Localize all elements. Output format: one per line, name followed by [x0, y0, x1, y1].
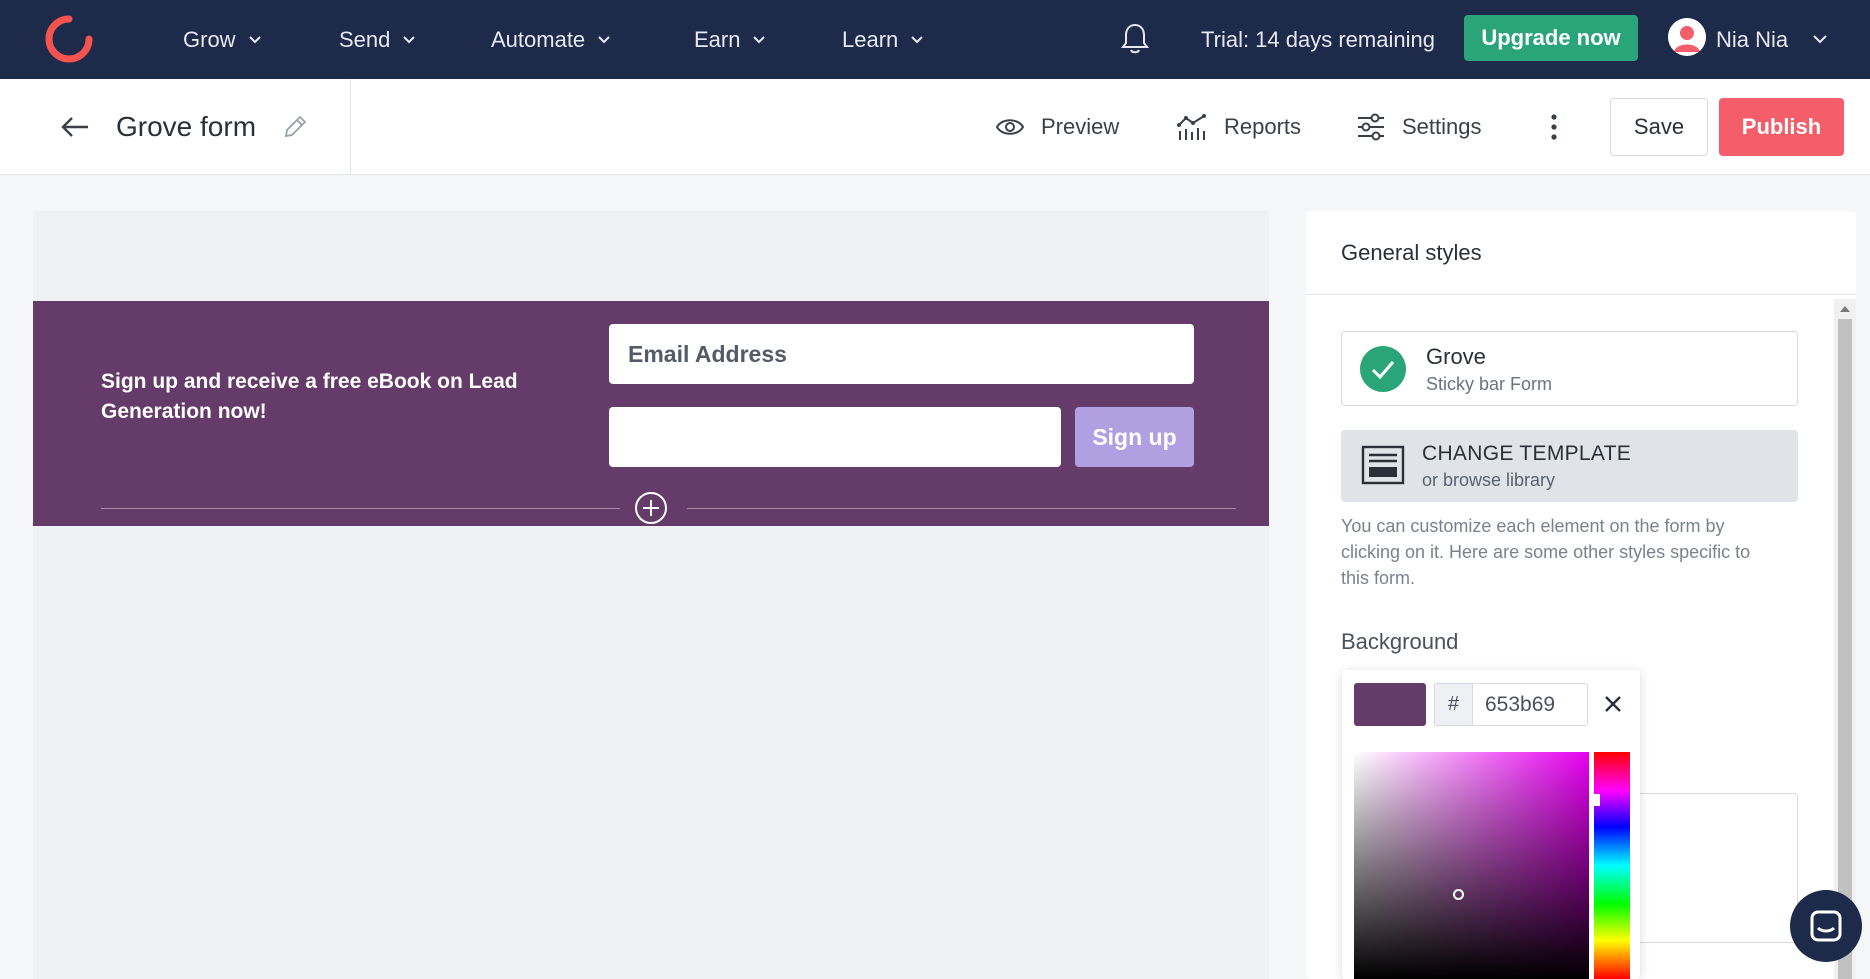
reports-button[interactable]: Reports [1176, 79, 1301, 175]
nav-item-label: Learn [842, 26, 899, 52]
panel-title: General styles [1306, 211, 1856, 295]
chevron-down-icon [403, 35, 416, 43]
more-options-icon[interactable] [1544, 112, 1564, 142]
chat-support-button[interactable] [1790, 890, 1862, 962]
reports-label: Reports [1224, 114, 1302, 139]
save-button[interactable]: Save [1610, 98, 1708, 156]
add-element-icon[interactable] [634, 491, 668, 525]
nav-item-label: Earn [694, 26, 741, 52]
chevron-down-icon[interactable] [1812, 31, 1828, 47]
publish-button[interactable]: Publish [1719, 98, 1844, 156]
nav-item-label: Send [339, 26, 391, 52]
background-label: Background [1341, 629, 1459, 654]
form-toolbar: Grove form Preview Reports Settings Save [0, 79, 1870, 175]
nav-item-send[interactable]: Send [339, 0, 416, 79]
template-layout-icon [1361, 445, 1405, 485]
logo-icon[interactable] [44, 14, 94, 64]
preview-label: Preview [1041, 114, 1120, 139]
settings-button[interactable]: Settings [1356, 79, 1482, 175]
chevron-down-icon [911, 35, 923, 43]
bell-icon[interactable] [1120, 22, 1150, 56]
change-template-button[interactable]: CHANGE TEMPLATE or browse library [1341, 430, 1798, 502]
toolbar-divider [350, 79, 351, 175]
nav-item-learn[interactable]: Learn [842, 0, 924, 79]
user-name[interactable]: Nia Nia [1716, 0, 1788, 79]
check-icon [1360, 346, 1406, 392]
color-picker: # [1342, 670, 1640, 979]
chevron-down-icon [248, 35, 261, 43]
chevron-down-icon [753, 35, 766, 43]
saturation-handle[interactable] [1453, 889, 1464, 900]
close-icon[interactable] [1602, 693, 1624, 715]
form-headline[interactable]: Sign up and receive a free eBook on Lead… [101, 367, 541, 427]
divider-line [101, 508, 620, 509]
change-template-title: CHANGE TEMPLATE [1422, 442, 1632, 465]
form-field-input[interactable] [609, 407, 1061, 467]
sticky-bar-form[interactable]: Sign up and receive a free eBook on Lead… [33, 301, 1269, 526]
upgrade-button[interactable]: Upgrade now [1464, 15, 1638, 61]
template-name: Grove [1426, 344, 1486, 369]
back-arrow-icon[interactable] [60, 115, 90, 139]
color-swatch[interactable] [1354, 683, 1426, 726]
nav-item-label: Automate [491, 26, 586, 52]
browse-library-link: or browse library [1422, 470, 1556, 490]
user-avatar-icon [1668, 18, 1706, 56]
saturation-area[interactable] [1354, 752, 1589, 979]
form-title: Grove form [116, 111, 257, 142]
avatar[interactable] [1668, 18, 1706, 56]
pencil-icon[interactable] [282, 114, 308, 140]
email-field[interactable] [609, 324, 1194, 384]
top-navigation: Grow Send Automate Earn Learn Trial: 14 … [0, 0, 1870, 79]
scrollbar-thumb[interactable] [1838, 319, 1852, 979]
template-type: Sticky bar Form [1426, 374, 1553, 394]
hash-prefix: # [1434, 683, 1472, 726]
nav-item-label: Grow [183, 26, 236, 52]
settings-label: Settings [1402, 114, 1482, 139]
nav-item-automate[interactable]: Automate [491, 0, 611, 79]
hue-handle[interactable] [1594, 794, 1600, 806]
reports-chart-icon [1177, 114, 1206, 140]
help-text: You can customize each element on the fo… [1341, 516, 1751, 588]
nav-item-earn[interactable]: Earn [694, 0, 766, 79]
hue-slider[interactable] [1594, 752, 1630, 979]
preview-button[interactable]: Preview [995, 79, 1119, 175]
signup-button[interactable]: Sign up [1075, 407, 1194, 467]
sliders-icon [1358, 113, 1384, 141]
chat-icon [1810, 910, 1842, 942]
trial-status: Trial: 14 days remaining [1201, 26, 1435, 52]
divider-line [687, 508, 1236, 509]
hex-color-input[interactable] [1472, 683, 1588, 726]
eye-icon [995, 119, 1025, 135]
chevron-down-icon [598, 35, 610, 43]
selected-template-card: Grove Sticky bar Form [1341, 331, 1798, 406]
scroll-up-arrow-icon[interactable] [1839, 304, 1851, 314]
nav-item-grow[interactable]: Grow [183, 0, 262, 79]
